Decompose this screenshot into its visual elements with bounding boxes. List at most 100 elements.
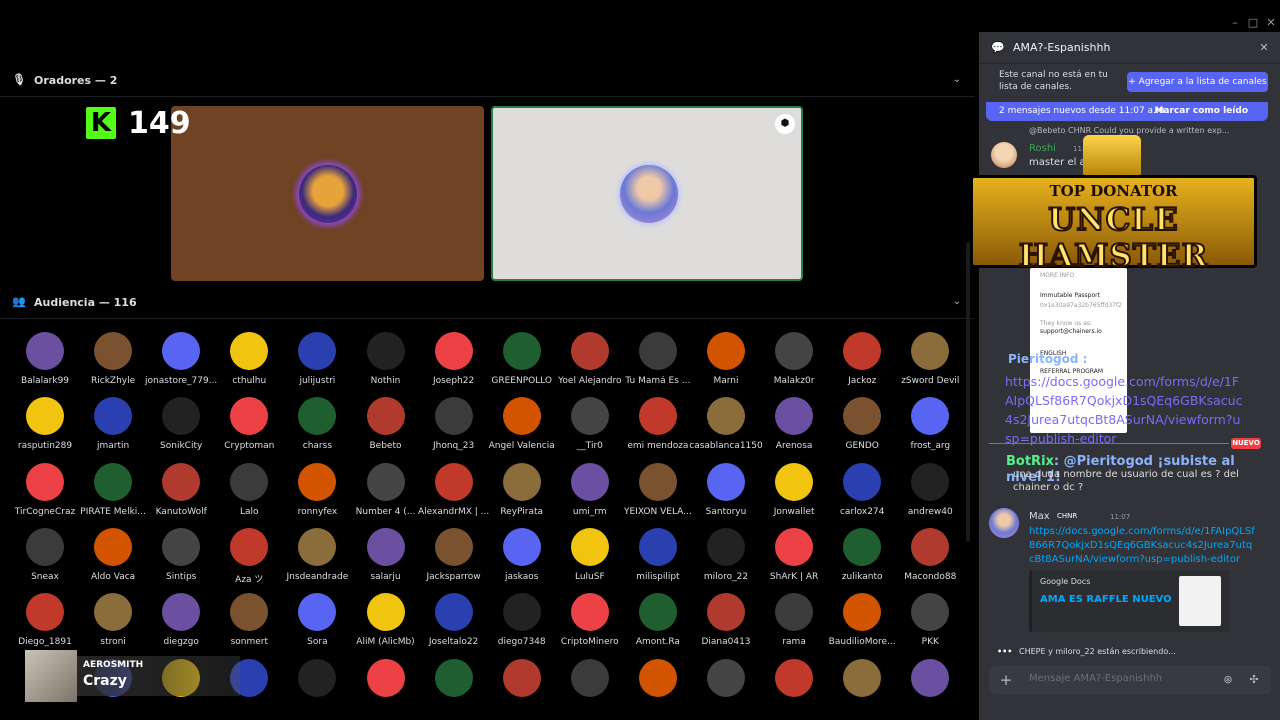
audience-member[interactable]: umi_rm <box>555 462 625 525</box>
audience-member[interactable]: zSword Devil <box>895 332 965 394</box>
audience-member[interactable]: Jonwallet <box>759 462 829 525</box>
audience-member[interactable] <box>895 658 965 705</box>
audience-member[interactable]: YEIXON VELA... <box>623 462 693 525</box>
audience-member[interactable]: salarju <box>351 527 421 590</box>
audience-member[interactable]: Lalo <box>214 462 284 525</box>
audience-member[interactable]: Diana0413 <box>691 593 761 655</box>
audience-member[interactable]: Amont.Ra <box>623 593 693 655</box>
audience-member[interactable]: charss <box>282 397 352 459</box>
audience-member[interactable]: Yoel Alejandro <box>555 332 625 394</box>
audience-member[interactable]: Jhonq_23 <box>419 397 489 459</box>
audience-member[interactable]: sonmert <box>214 593 284 655</box>
gif-icon[interactable]: ⊛ <box>1221 673 1235 687</box>
audience-member[interactable]: carlox274 <box>827 462 897 525</box>
message-input-bar[interactable]: + Mensaje AMA?-Espanishhh ⊛ ✣ <box>989 666 1271 694</box>
audience-member[interactable]: Ángel Valencia <box>487 397 557 459</box>
audience-member[interactable]: AliM (AlicMb) <box>351 593 421 655</box>
audience-member[interactable] <box>419 658 489 705</box>
audience-member[interactable]: ronnyfex <box>282 462 352 525</box>
audience-member[interactable]: __Tir0 <box>555 397 625 459</box>
audience-member[interactable]: miloro_22 <box>691 527 761 590</box>
audience-member[interactable] <box>827 658 897 705</box>
audience-member[interactable]: rama <box>759 593 829 655</box>
audience-member[interactable]: RickZhyle <box>78 332 148 394</box>
audience-member[interactable]: GREENPOLLO <box>487 332 557 394</box>
maximize-icon[interactable]: □ <box>1246 16 1260 30</box>
close-icon[interactable]: ✕ <box>1258 42 1270 54</box>
audience-member[interactable]: Macondo88 <box>895 527 965 590</box>
audience-member[interactable] <box>487 658 557 705</box>
speakers-header[interactable]: 🎙 Oradores — 2 <box>12 70 117 90</box>
audience-member[interactable]: stroni <box>78 593 148 655</box>
audience-member[interactable]: Bebeto <box>351 397 421 459</box>
audience-member[interactable]: Tu Mamá Es ... <box>623 332 693 394</box>
audience-member[interactable]: TirCogneCraz <box>10 462 80 525</box>
audience-member[interactable]: Diego_1891 <box>10 593 80 655</box>
audience-member[interactable]: CriptoMinero <box>555 593 625 655</box>
close-window-icon[interactable]: ✕ <box>1264 16 1278 30</box>
audience-member[interactable]: Nothin <box>351 332 421 394</box>
message-input[interactable]: Mensaje AMA?-Espanishhh <box>1029 673 1162 684</box>
audience-member[interactable] <box>623 658 693 705</box>
audience-member[interactable]: Sora <box>282 593 352 655</box>
embed-thumbnail[interactable] <box>1179 576 1221 626</box>
audience-member[interactable]: andrew40 <box>895 462 965 525</box>
audience-member[interactable]: rasputin289 <box>10 397 80 459</box>
audience-member[interactable]: emi mendoza <box>623 397 693 459</box>
plus-icon[interactable]: + <box>998 672 1014 688</box>
audience-member[interactable]: Jackoz <box>827 332 897 394</box>
audience-member[interactable]: frost_arg <box>895 397 965 459</box>
audience-member[interactable]: KanutoWolf <box>146 462 216 525</box>
reply-preview[interactable]: @Bebeto CHNR Could you provide a written… <box>1029 126 1229 135</box>
audience-member[interactable]: Sneax <box>10 527 80 590</box>
audience-member[interactable] <box>351 658 421 705</box>
add-channel-button[interactable]: + Agregar a la lista de canales <box>1127 72 1268 92</box>
audience-member[interactable] <box>759 658 829 705</box>
audience-member[interactable] <box>282 658 352 705</box>
mark-read-button[interactable]: Marcar como leído <box>1154 102 1248 121</box>
audience-member[interactable]: Number 4 (... <box>351 462 421 525</box>
message-author[interactable]: Max <box>1029 511 1050 522</box>
audience-member[interactable]: Aza ツ <box>214 527 284 590</box>
audience-member[interactable]: LuluSF <box>555 527 625 590</box>
audience-member[interactable]: Malakz0r <box>759 332 829 394</box>
audience-member[interactable]: Balalark99 <box>10 332 80 394</box>
audience-member[interactable]: diegzgo <box>146 593 216 655</box>
speaker-tile[interactable] <box>171 106 484 281</box>
botrix-name[interactable]: BotRix <box>1006 454 1054 469</box>
audience-header[interactable]: 👥 Audiencia — 116 <box>12 292 136 312</box>
chevron-down-icon[interactable]: ⌄ <box>951 74 963 86</box>
audience-member[interactable]: zulikanto <box>827 527 897 590</box>
avatar[interactable] <box>989 508 1019 538</box>
audience-member[interactable]: Jnsdeandrade <box>282 527 352 590</box>
audience-member[interactable]: ReyPirata <box>487 462 557 525</box>
audience-member[interactable]: Aldo Vaca <box>78 527 148 590</box>
message-link[interactable]: https://docs.google.com/forms/d/e/1FAIpQ… <box>1005 372 1245 448</box>
audience-member[interactable]: PIRATE Melki... <box>78 462 148 525</box>
audience-member[interactable]: ShArK | AR <box>759 527 829 590</box>
chevron-down-icon[interactable]: ⌄ <box>951 296 963 308</box>
audience-member[interactable]: AlexandrMX | ... <box>418 462 489 525</box>
audience-member[interactable]: milispilipt <box>623 527 693 590</box>
audience-member[interactable]: julijustri <box>282 332 352 394</box>
audience-member[interactable]: Jacksparrow <box>419 527 489 590</box>
audience-member[interactable]: GENDO <box>827 397 897 459</box>
minimize-icon[interactable]: – <box>1228 16 1242 30</box>
audience-member[interactable]: casablanca1150 <box>689 397 763 459</box>
audience-member[interactable]: SonikCity <box>146 397 216 459</box>
audience-member[interactable]: Joseph22 <box>419 332 489 394</box>
apps-icon[interactable]: ✣ <box>1247 673 1261 687</box>
audience-member[interactable] <box>691 658 761 705</box>
new-messages-bar[interactable]: 2 mensajes nuevos desde 11:07 a.m. Marca… <box>986 102 1268 121</box>
audience-member[interactable]: jmartin <box>78 397 148 459</box>
audience-member[interactable]: Cryptoman <box>214 397 284 459</box>
audience-member[interactable]: Sintips <box>146 527 216 590</box>
audience-member[interactable] <box>555 658 625 705</box>
audience-member[interactable]: PKK <box>895 593 965 655</box>
message-link[interactable]: https://docs.google.com/forms/d/e/1FAIpQ… <box>1029 525 1257 567</box>
audience-member[interactable]: Santoryu <box>691 462 761 525</box>
audience-member[interactable]: Arenosa <box>759 397 829 459</box>
audience-member[interactable]: Marni <box>691 332 761 394</box>
speaker-tile-active[interactable]: ⬢ <box>491 106 803 281</box>
audience-member[interactable]: jonastore_779... <box>145 332 217 394</box>
